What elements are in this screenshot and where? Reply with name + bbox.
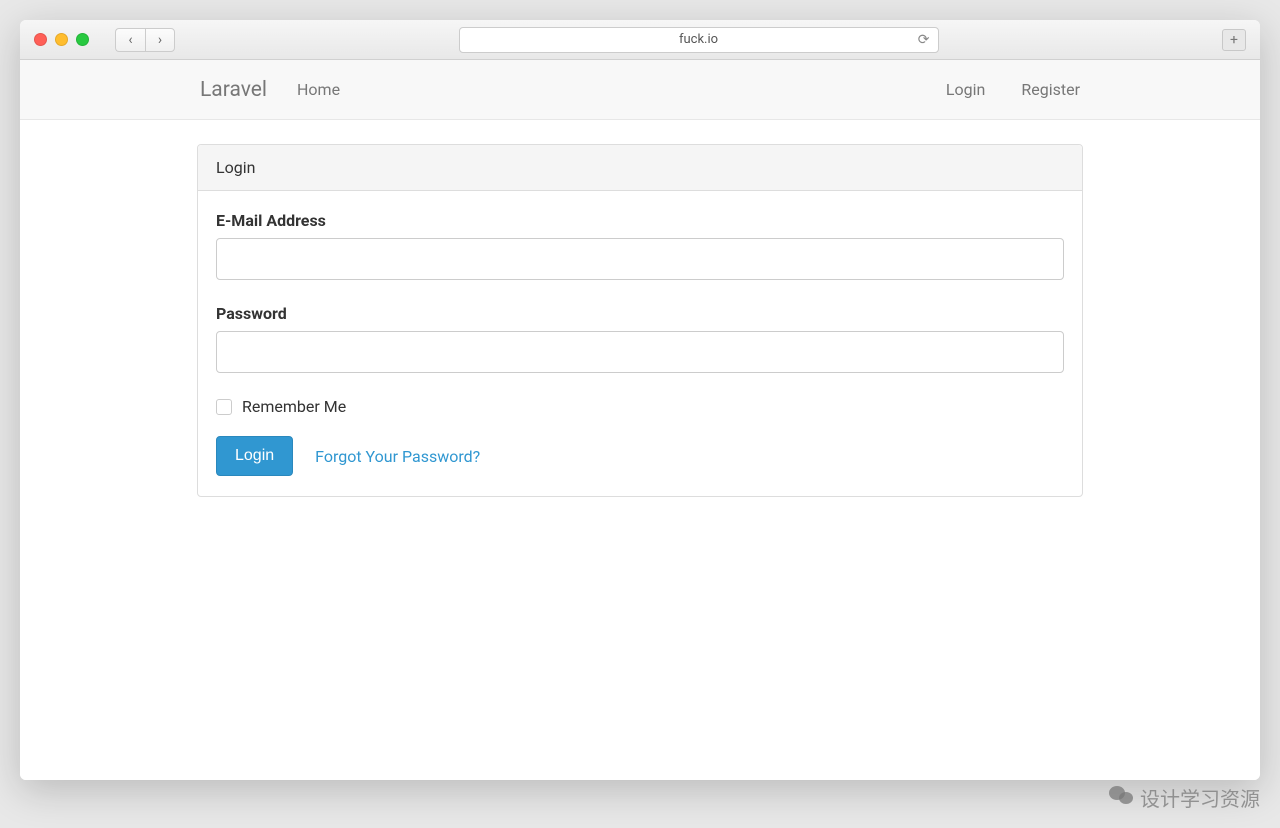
password-input[interactable] [216,331,1064,373]
email-label: E-Mail Address [216,211,1064,230]
nav-arrows: ‹ › [115,28,175,52]
remember-row: Remember Me [216,397,1064,416]
form-actions: Login Forgot Your Password? [216,436,1064,476]
watermark: 设计学习资源 [1108,783,1260,812]
url-bar-wrap: fuck.io ⟳ [183,27,1214,53]
browser-title-bar: ‹ › fuck.io ⟳ + [20,20,1260,60]
password-group: Password [216,304,1064,373]
watermark-text: 设计学习资源 [1140,783,1260,812]
chevron-right-icon: › [158,32,162,48]
forgot-password-link[interactable]: Forgot Your Password? [315,447,480,466]
plus-icon: + [1230,32,1238,48]
email-input[interactable] [216,238,1064,280]
app-navbar: Laravel Home Login Register [20,60,1260,120]
back-button[interactable]: ‹ [115,28,145,52]
email-group: E-Mail Address [216,211,1064,280]
brand-link[interactable]: Laravel [200,78,267,102]
login-panel: Login E-Mail Address Password Remember M… [197,144,1083,497]
forward-button[interactable]: › [145,28,175,52]
traffic-lights [34,33,89,46]
navbar-right: Login Register [946,80,1080,99]
maximize-window-button[interactable] [76,33,89,46]
navbar-container: Laravel Home Login Register [140,78,1140,102]
new-tab-button[interactable]: + [1222,29,1246,51]
nav-login-link[interactable]: Login [946,80,985,99]
login-button[interactable]: Login [216,436,293,476]
page-content: Login E-Mail Address Password Remember M… [20,120,1260,521]
page-viewport: Laravel Home Login Register Login E-Mail… [20,60,1260,780]
panel-body: E-Mail Address Password Remember Me Logi… [198,191,1082,496]
close-window-button[interactable] [34,33,47,46]
nav-home-link[interactable]: Home [297,80,340,99]
nav-register-link[interactable]: Register [1021,80,1080,99]
password-label: Password [216,304,1064,323]
url-text: fuck.io [679,32,718,47]
url-bar[interactable]: fuck.io ⟳ [459,27,939,53]
browser-window: ‹ › fuck.io ⟳ + Laravel Home Login Regis… [20,20,1260,780]
wechat-icon [1108,784,1134,811]
reload-icon[interactable]: ⟳ [918,32,930,48]
minimize-window-button[interactable] [55,33,68,46]
chevron-left-icon: ‹ [128,32,132,48]
remember-label: Remember Me [242,397,346,416]
remember-checkbox[interactable] [216,399,232,415]
panel-title: Login [198,145,1082,191]
